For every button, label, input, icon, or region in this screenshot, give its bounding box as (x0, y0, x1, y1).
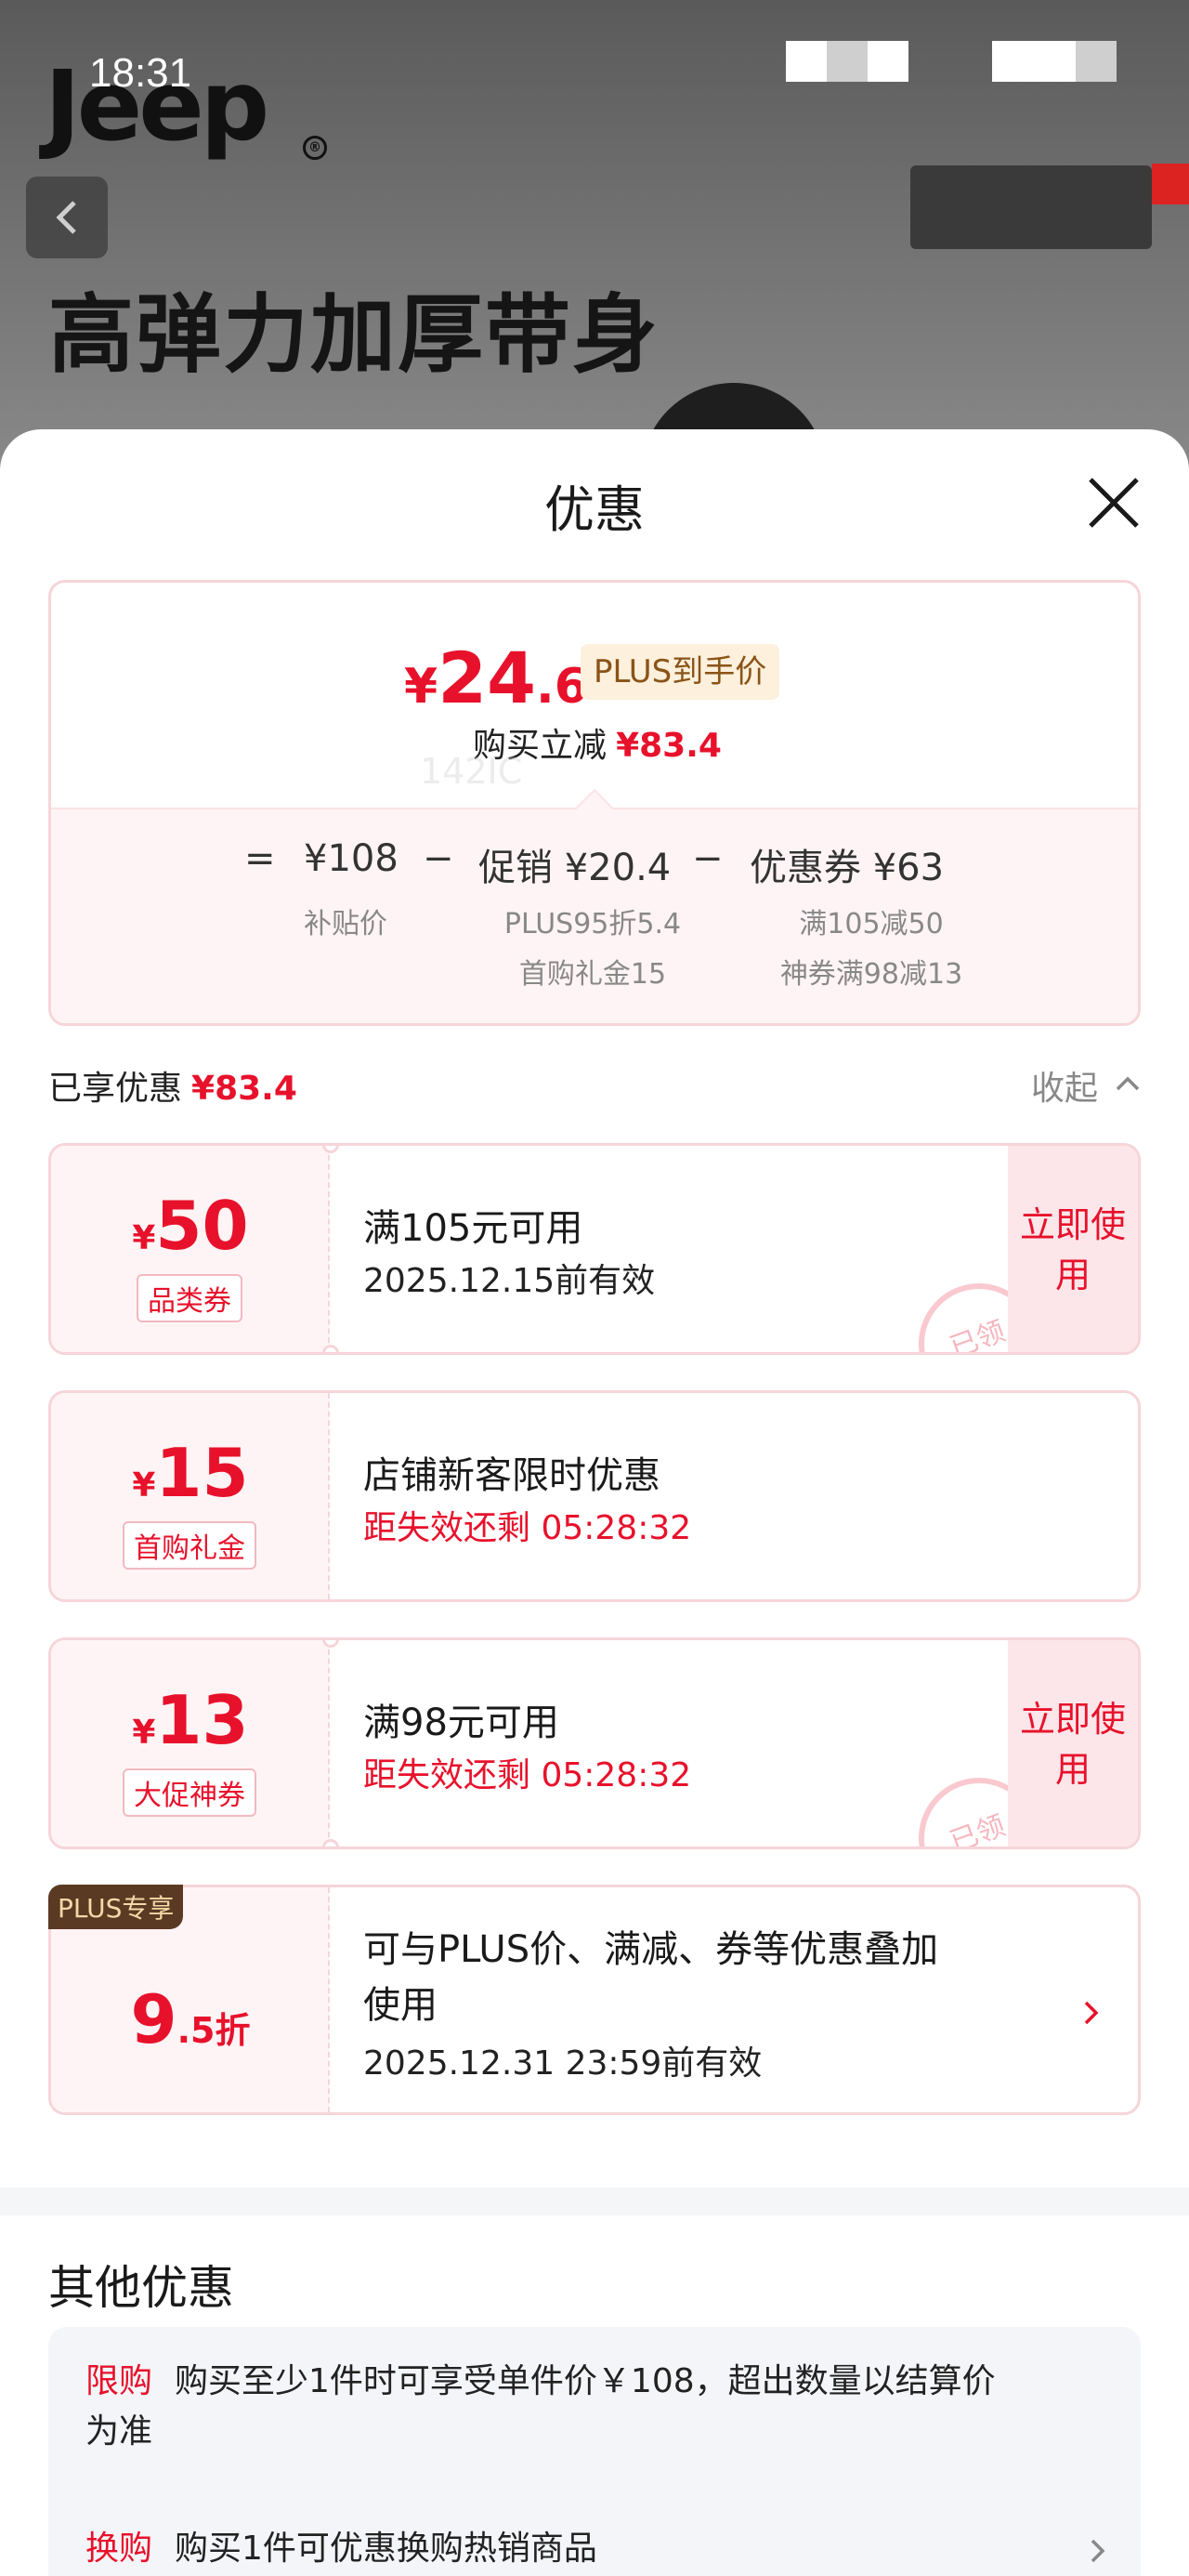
plus-expiry: 2025.12.31 23:59前有效 (363, 2044, 763, 2083)
other-discounts-panel: 限购 购买至少1件时可享受单件价￥108，超出数量以结算价 为准 换购 购买1件可优… (48, 2327, 1141, 2576)
blurred-region (910, 165, 1152, 249)
status-time: 18:31 (89, 50, 192, 96)
coupon-card[interactable]: ¥15 首购礼金 店铺新客限时优惠 距失效还剩 05:28:32 (48, 1390, 1141, 1602)
coupon-expiry: 2025.12.15前有效 (363, 1262, 656, 1300)
watermark: 142IC (420, 751, 523, 792)
exchange-purchase-label: 换购 (85, 2530, 153, 2568)
enjoyed-label: 已享优惠 (48, 1070, 183, 1108)
plus-discount-value: 9.5折 (51, 1980, 330, 2058)
discount-decimal: .5折 (176, 2010, 251, 2051)
price-breakdown: = ¥108 补贴价 − 促销 ¥20.4 PLUS95折5.4 首购礼金15 … (51, 808, 1138, 1023)
blurred-region-accent (1152, 164, 1189, 204)
currency-symbol: ¥ (404, 659, 438, 715)
coupon-card[interactable]: ¥50 品类券 满105元可用 2025.12.15前有效 已领 立即使用 (48, 1143, 1141, 1355)
coupon-amount: 50 (155, 1187, 249, 1265)
back-button[interactable] (26, 177, 108, 258)
coupon-amount: 15 (155, 1434, 249, 1512)
coupon-value: ¥13 (51, 1681, 330, 1759)
chevron-right-icon[interactable] (1089, 2537, 1107, 2565)
discount-integer: 9 (130, 1980, 177, 2058)
status-icon-2 (827, 41, 868, 82)
other-discounts-title: 其他优惠 (48, 2261, 234, 2315)
plus-description-line1: 可与PLUS价、满减、券等优惠叠加 (363, 1928, 939, 1971)
coupon-notch (322, 1345, 339, 1352)
coupon-countdown: 距失效还剩 05:28:32 (363, 1756, 692, 1794)
close-icon (1089, 478, 1139, 528)
promo-amount: ¥20.4 (564, 847, 672, 889)
coupon-item: 优惠券 ¥63 (750, 837, 944, 891)
section-divider (0, 2188, 1189, 2215)
purchase-limit-text-cont: 为准 (85, 2412, 153, 2451)
status-icon-4 (992, 41, 1076, 82)
currency-symbol: ¥ (132, 1466, 156, 1505)
chevron-right-icon[interactable] (1082, 1999, 1101, 2027)
base-price: ¥108 (304, 837, 399, 880)
discount-sheet: 优惠 ¥24.6 PLUS到手价 购买立减 ¥83.4 = ¥108 补贴价 − … (0, 429, 1189, 2576)
coupon-value: ¥15 (51, 1434, 330, 1512)
coupon-value: ¥50 (51, 1187, 330, 1265)
coupon-label: 优惠券 (750, 847, 861, 889)
price-summary: ¥24.6 PLUS到手价 购买立减 ¥83.4 = ¥108 补贴价 − 促销 … (48, 580, 1141, 1026)
currency-symbol: ¥ (132, 1219, 156, 1257)
exchange-purchase-row[interactable]: 换购 购买1件可优惠换购热销商品 (85, 2524, 1070, 2574)
coupon-detail-1: 满105减50 (799, 908, 944, 940)
coupon-amount: ¥63 (872, 847, 945, 889)
promo-detail-2: 首购礼金15 (518, 958, 667, 991)
product-page-background: Jeep ® 18:31 高弹力加厚带身 (0, 0, 1189, 483)
exchange-purchase-text: 购买1件可优惠换购热销商品 (175, 2530, 597, 2568)
coupon-condition: 满105元可用 (363, 1207, 583, 1250)
chevron-left-icon (56, 201, 76, 234)
use-now-button[interactable]: 立即使用 (1008, 1146, 1138, 1352)
final-price: ¥24.6 (404, 637, 588, 719)
purchase-limit-label: 限购 (85, 2362, 153, 2400)
enjoyed-amount: ¥83.4 (191, 1070, 297, 1108)
coupon-type-tag: 大促神券 (123, 1768, 256, 1817)
coupon-value-panel: ¥13 大促神券 (51, 1640, 330, 1847)
coupon-notch (322, 1839, 339, 1847)
coupon-condition: 店铺新客限时优惠 (363, 1454, 660, 1497)
plus-discount-card[interactable]: 9.5折 PLUS专享 可与PLUS价、满减、券等优惠叠加 使用 2025.12… (48, 1885, 1141, 2115)
purchase-limit-row: 限购 购买至少1件时可享受单件价￥108，超出数量以结算价 为准 (85, 2357, 1107, 2457)
plus-description-line2: 使用 (363, 1984, 438, 2027)
coupon-condition: 满98元可用 (363, 1702, 559, 1744)
purchase-limit-text: 购买至少1件时可享受单件价￥108，超出数量以结算价 (175, 2362, 996, 2400)
chevron-up-icon[interactable] (1115, 1074, 1141, 1093)
coupon-type-tag: 首购礼金 (123, 1521, 256, 1570)
enjoyed-discount: 已享优惠 ¥83.4 (48, 1061, 297, 1110)
instant-discount-amount: ¥83.4 (616, 727, 722, 765)
coupon-detail-2: 神券满98减13 (779, 958, 963, 991)
status-icon-5 (1076, 41, 1117, 82)
coupon-type-tag: 品类券 (137, 1274, 242, 1322)
close-button[interactable] (1087, 476, 1141, 530)
promo-label: 促销 (478, 847, 553, 889)
coupon-value-panel: ¥50 品类券 (51, 1146, 330, 1352)
instant-discount: 购买立减 ¥83.4 (51, 718, 1138, 767)
status-icon-1 (786, 41, 827, 82)
product-title: 高弹力加厚带身 (48, 285, 660, 385)
promo-detail-1: PLUS95折5.4 (503, 908, 682, 940)
coupon-amount: 13 (155, 1681, 249, 1759)
base-price-label: 补贴价 (304, 908, 387, 940)
minus-sign-2: − (692, 837, 724, 880)
coupon-countdown: 距失效还剩 05:28:32 (363, 1509, 692, 1547)
collapse-button[interactable]: 收起 (1031, 1061, 1098, 1110)
promo-item: 促销 ¥20.4 (478, 837, 671, 891)
plus-price-tag: PLUS到手价 (581, 644, 780, 700)
equals-sign: = (244, 837, 276, 880)
price-integer: 24 (438, 637, 536, 719)
currency-symbol: ¥ (132, 1714, 156, 1752)
use-now-button[interactable]: 立即使用 (1008, 1640, 1138, 1847)
coupon-card[interactable]: ¥13 大促神券 满98元可用 距失效还剩 05:28:32 已领 立即使用 (48, 1637, 1141, 1849)
registered-mark: ® (303, 136, 327, 160)
minus-sign-1: − (423, 837, 454, 880)
status-icon-3 (868, 41, 908, 82)
sheet-title: 优惠 (544, 480, 645, 539)
coupon-value-panel: ¥15 首购礼金 (51, 1393, 330, 1599)
plus-exclusive-badge: PLUS专享 (48, 1885, 184, 1929)
